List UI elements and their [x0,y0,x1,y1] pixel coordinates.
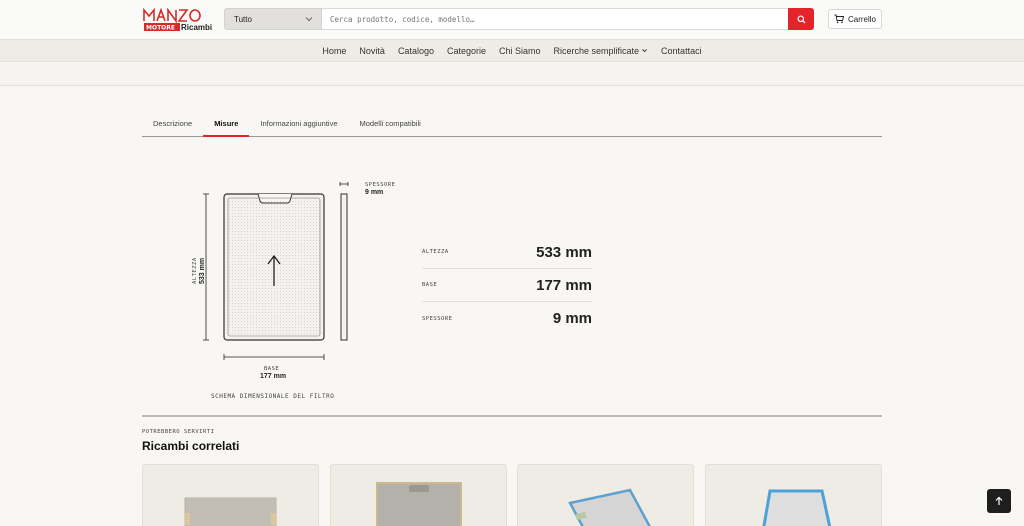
related-title: Ricambi correlati [142,439,240,453]
chevron-down-icon [642,49,647,53]
nav-item-ricerche-semplificate[interactable]: Ricerche semplificate [554,46,649,56]
arrow-up-icon [995,496,1003,505]
product-image [376,482,462,526]
related-product-card[interactable] [330,464,507,526]
nav-item-home[interactable]: Home [322,46,346,56]
nav-item-catalogo[interactable]: Catalogo [398,46,434,56]
diagram-caption: SCHEMA DIMENSIONALE DEL FILTRO [211,393,335,400]
tab-misure[interactable]: Misure [203,114,250,137]
breadcrumb-band [0,63,1024,86]
cart-icon [834,14,844,24]
svg-text:Ricambi: Ricambi [181,23,212,32]
product-image [762,489,832,526]
measure-row: BASE 177 mm [422,269,592,302]
measure-label: ALTEZZA [422,249,449,255]
measures-table: ALTEZZA 533 mm BASE 177 mm SPESSORE 9 mm [422,236,592,335]
nav-item-categorie[interactable]: Categorie [447,46,486,56]
product-tabs: Descrizione Misure Informazioni aggiunti… [142,114,882,137]
height-value: 533 mm [199,257,206,284]
measure-value: 177 mm [536,276,592,294]
measure-label: SPESSORE [422,315,453,322]
nav-item-novita[interactable]: Novità [359,46,385,56]
nav-item-contattaci[interactable]: Contattaci [661,46,702,56]
filter-schematic [203,182,349,360]
tab-informazioni-aggiuntive[interactable]: Informazioni aggiuntive [249,114,348,137]
filter-dimension-diagram: SPESSORE 9 mm ALTEZZA 533 mm BASE 177 mm [180,170,420,405]
chevron-down-icon [305,17,313,22]
measure-row: ALTEZZA 533 mm [422,236,592,269]
nav-item-ricerche-label: Ricerche semplificate [553,45,640,56]
product-image [184,497,277,526]
back-to-top-button[interactable] [987,489,1011,513]
search-icon [796,14,806,24]
nav-item-chi-siamo[interactable]: Chi Siamo [499,46,541,56]
base-label: BASE [264,366,280,372]
search-input[interactable] [322,8,789,30]
related-product-card[interactable] [705,464,882,526]
related-kicker: POTREBBERO SERVIRTI [142,429,215,435]
svg-text:MOTORE: MOTORE [146,25,175,32]
main-nav: Home Novità Catalogo Categorie Chi Siamo… [0,39,1024,62]
height-label: ALTEZZA [192,257,198,284]
header: MOTORE Ricambi Tutto Carrello [0,0,1024,39]
category-select-value: Tutto [234,14,252,24]
thickness-label: SPESSORE [365,182,396,188]
measure-label: BASE [422,282,438,288]
related-product-card[interactable] [517,464,694,526]
cart-button[interactable]: Carrello [828,9,882,29]
measure-row: SPESSORE 9 mm [422,302,592,335]
measure-value: 533 mm [536,243,592,261]
logo[interactable]: MOTORE Ricambi [142,7,212,32]
category-select[interactable]: Tutto [224,8,322,30]
cart-label: Carrello [847,14,876,24]
thickness-value: 9 mm [365,189,384,196]
search-button[interactable] [788,8,814,30]
tab-descrizione[interactable]: Descrizione [142,114,203,137]
related-product-card[interactable] [142,464,319,526]
base-value: 177 mm [260,373,287,380]
measure-value: 9 mm [552,310,592,327]
tab-modelli-compatibili[interactable]: Modelli compatibili [349,114,432,137]
section-divider [142,415,882,417]
product-image [568,488,651,526]
